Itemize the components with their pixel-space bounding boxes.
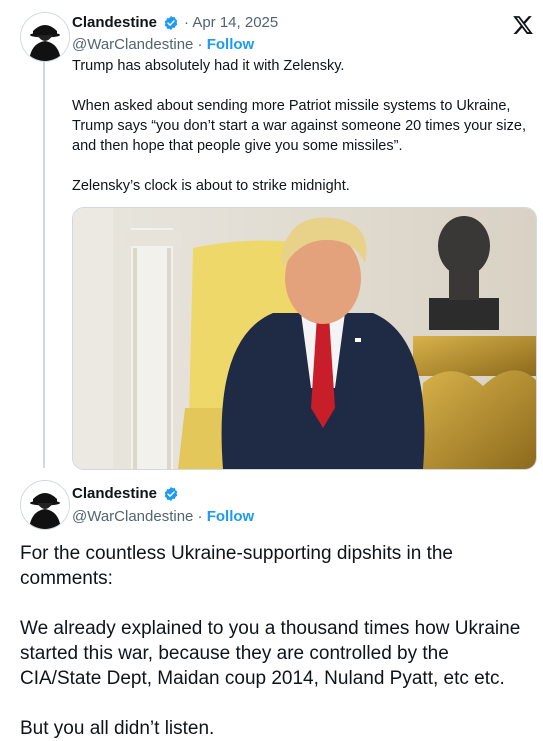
separator: · — [193, 36, 207, 53]
verified-badge-icon — [164, 487, 178, 501]
author-name[interactable]: Clandestine — [72, 485, 157, 502]
author-handle[interactable]: @WarClandestine — [72, 36, 193, 53]
avatar[interactable] — [20, 12, 70, 62]
follow-button[interactable]: Follow — [207, 36, 255, 53]
avatar[interactable] — [20, 480, 70, 530]
author-handle[interactable]: @WarClandestine — [72, 508, 193, 525]
author-name[interactable]: Clandestine — [72, 14, 157, 31]
follow-button[interactable]: Follow — [207, 508, 255, 525]
tweet-text: Trump has absolutely had it with Zelensk… — [72, 58, 526, 194]
post-date[interactable]: · Apr 14, 2025 — [184, 14, 278, 31]
verified-badge-icon — [164, 16, 178, 30]
tweet-text: For the countless Ukraine-supporting dip… — [20, 543, 521, 739]
author-handle-row: @WarClandestine · Follow — [72, 36, 254, 53]
x-logo-icon[interactable] — [512, 14, 534, 36]
separator: · — [193, 508, 207, 525]
tweet-photo[interactable] — [72, 207, 537, 470]
author-handle-row: @WarClandestine · Follow — [72, 508, 254, 525]
thread-line — [43, 62, 45, 468]
